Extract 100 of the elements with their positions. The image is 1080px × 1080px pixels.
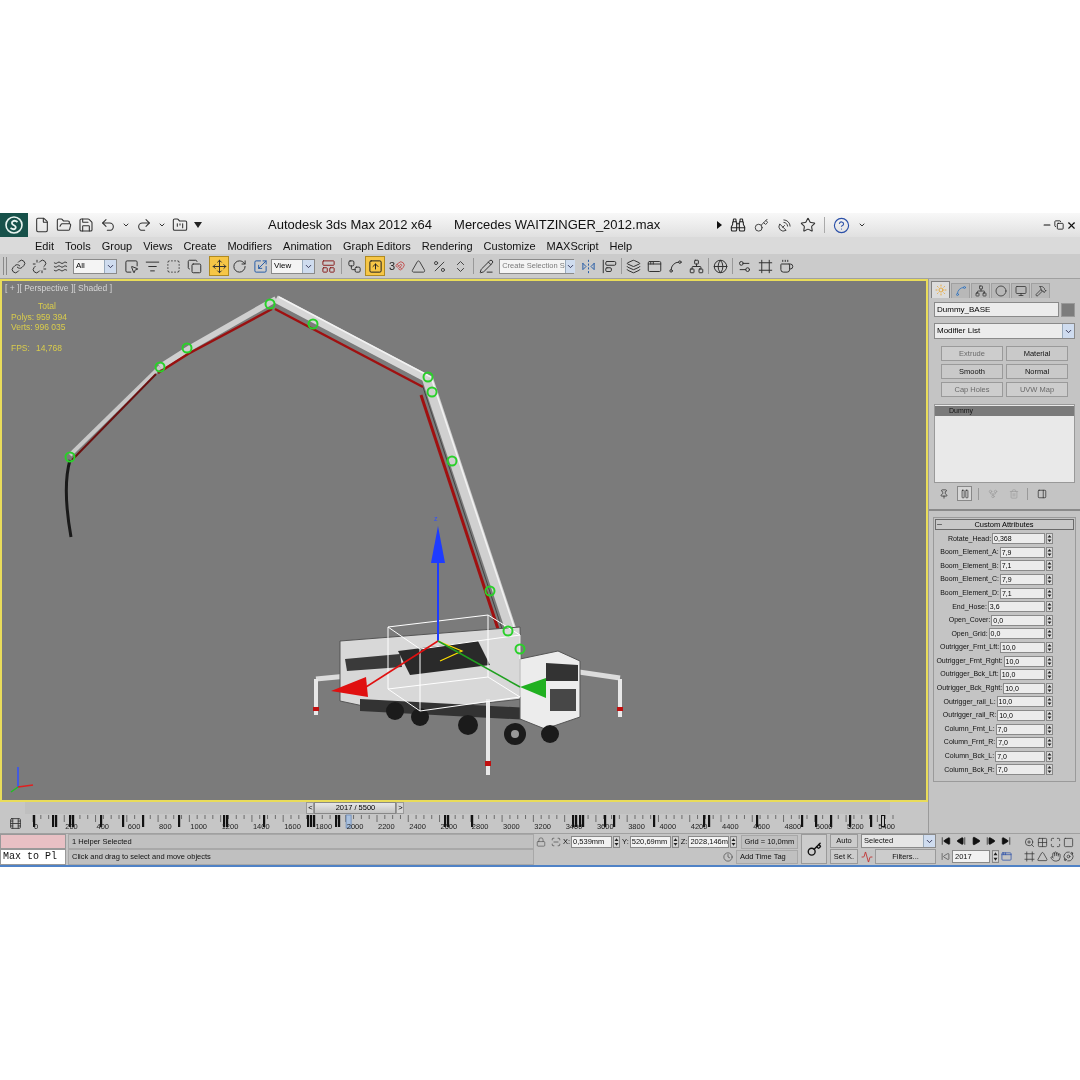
- layers-icon[interactable]: [626, 258, 642, 274]
- binoculars-icon[interactable]: [730, 217, 746, 233]
- spinner[interactable]: [1046, 750, 1053, 762]
- caret-icon[interactable]: [122, 221, 130, 229]
- curve-icon[interactable]: [668, 258, 684, 274]
- scale-icon[interactable]: [253, 258, 268, 274]
- magnet-icon[interactable]: [395, 261, 406, 271]
- spinner[interactable]: [1046, 601, 1053, 613]
- play-icon[interactable]: [971, 836, 981, 846]
- key-button[interactable]: [801, 834, 827, 864]
- triangle-icon[interactable]: [411, 258, 427, 274]
- connected-nodes-icon[interactable]: [347, 258, 362, 274]
- unlink-icon[interactable]: [32, 258, 47, 274]
- minus-icon[interactable]: [936, 521, 943, 528]
- menu-item[interactable]: Create: [183, 238, 217, 253]
- object-name-field[interactable]: Dummy_BASE: [934, 302, 1059, 317]
- spinner[interactable]: [1046, 710, 1053, 721]
- spinner[interactable]: [1046, 560, 1053, 572]
- align-icon[interactable]: [602, 258, 618, 274]
- help-icon[interactable]: [833, 216, 850, 234]
- modifier-list-dropdown[interactable]: Modifier List: [934, 323, 1075, 339]
- percent-icon[interactable]: [432, 258, 448, 274]
- hand-icon[interactable]: [1050, 851, 1061, 862]
- save-icon[interactable]: [78, 217, 94, 233]
- menu-item[interactable]: Modifiers: [227, 238, 273, 253]
- project-folder-icon[interactable]: [172, 217, 188, 233]
- overlapping-squares-icon[interactable]: [187, 258, 202, 274]
- reference-coordinate-dropdown[interactable]: View: [271, 258, 315, 274]
- caret-icon[interactable]: [158, 221, 166, 229]
- lock-icon[interactable]: [536, 836, 546, 847]
- menu-item[interactable]: Help: [609, 238, 633, 253]
- spinner[interactable]: [992, 850, 999, 863]
- spinner[interactable]: [1046, 655, 1053, 667]
- application-button[interactable]: [0, 213, 28, 237]
- skip-back-icon[interactable]: [941, 836, 951, 846]
- menu-item[interactable]: Customize: [483, 238, 536, 253]
- spinner[interactable]: [671, 835, 679, 848]
- spinner[interactable]: [613, 835, 621, 848]
- corner-brackets-icon[interactable]: [1050, 837, 1061, 848]
- menu-item[interactable]: Tools: [64, 238, 91, 253]
- key-icon[interactable]: [806, 841, 822, 857]
- grid-icon[interactable]: [1037, 837, 1048, 848]
- stacked-boxes-icon[interactable]: [321, 258, 336, 274]
- spinner[interactable]: [1046, 546, 1053, 558]
- rotate-icon[interactable]: [232, 258, 247, 274]
- menu-item[interactable]: Edit: [35, 238, 54, 253]
- spinner[interactable]: [1046, 587, 1053, 599]
- redo-icon[interactable]: [136, 217, 152, 233]
- menu-item[interactable]: Rendering: [421, 238, 473, 253]
- cursor-box-icon[interactable]: [124, 258, 139, 274]
- filmstrip-icon[interactable]: [8, 817, 22, 830]
- globe-icon[interactable]: [713, 258, 729, 274]
- square-icon[interactable]: [1063, 837, 1074, 848]
- spinner[interactable]: [730, 835, 738, 848]
- pencil-icon[interactable]: [479, 258, 495, 274]
- step-forward-icon[interactable]: [986, 836, 996, 846]
- menu-item[interactable]: Graph Editors: [342, 238, 411, 253]
- zoom-icon[interactable]: [1024, 837, 1035, 848]
- open-folder-icon[interactable]: [56, 217, 72, 233]
- window-icon[interactable]: [647, 258, 663, 274]
- frame-icon[interactable]: [1024, 851, 1035, 862]
- triangle-icon[interactable]: [1037, 851, 1048, 862]
- caret-icon[interactable]: [858, 221, 866, 229]
- spinner[interactable]: [1046, 696, 1053, 708]
- color-swatch-icon[interactable]: [1061, 302, 1075, 317]
- menu-item[interactable]: MAXScript: [546, 238, 599, 253]
- spinner[interactable]: [1046, 682, 1053, 694]
- menu-item[interactable]: Views: [143, 238, 173, 253]
- orbit-icon[interactable]: [1063, 851, 1074, 862]
- skip-forward-icon[interactable]: [1001, 836, 1011, 846]
- snaps-toggle-button[interactable]: 3: [389, 256, 406, 276]
- spinner[interactable]: [1046, 764, 1053, 776]
- spinner[interactable]: [1046, 614, 1053, 626]
- hierarchy-icon[interactable]: [689, 258, 705, 274]
- selection-filter-dropdown[interactable]: All: [73, 258, 117, 274]
- cup-icon[interactable]: [779, 258, 795, 274]
- undo-icon[interactable]: [100, 217, 116, 233]
- listener-input-field[interactable]: Max to Pl: [0, 849, 66, 865]
- spinner[interactable]: [1046, 628, 1053, 640]
- new-file-icon[interactable]: [34, 217, 50, 233]
- satellite-dish-icon[interactable]: [777, 217, 792, 233]
- toolbar-grip[interactable]: [3, 257, 7, 275]
- frame-icon[interactable]: [758, 258, 774, 274]
- spinner[interactable]: [1046, 669, 1053, 681]
- zigzag-line-icon[interactable]: [861, 850, 873, 863]
- key-icon[interactable]: [754, 217, 769, 233]
- sliders-icon[interactable]: [737, 258, 753, 274]
- spinner[interactable]: [1046, 574, 1053, 586]
- close-icon[interactable]: [1066, 219, 1077, 231]
- menu-item[interactable]: Animation: [283, 238, 332, 253]
- menu-item[interactable]: Group: [101, 238, 133, 253]
- spinner[interactable]: [1046, 737, 1053, 749]
- step-back-icon[interactable]: [956, 836, 966, 846]
- restore-icon[interactable]: [1054, 220, 1064, 230]
- spinner[interactable]: [1046, 642, 1053, 654]
- mirror-icon[interactable]: [581, 258, 597, 274]
- dropdown-caret-icon[interactable]: [194, 222, 202, 228]
- spinner[interactable]: [1046, 723, 1053, 735]
- star-icon[interactable]: [800, 217, 816, 233]
- list-icon[interactable]: [145, 258, 160, 274]
